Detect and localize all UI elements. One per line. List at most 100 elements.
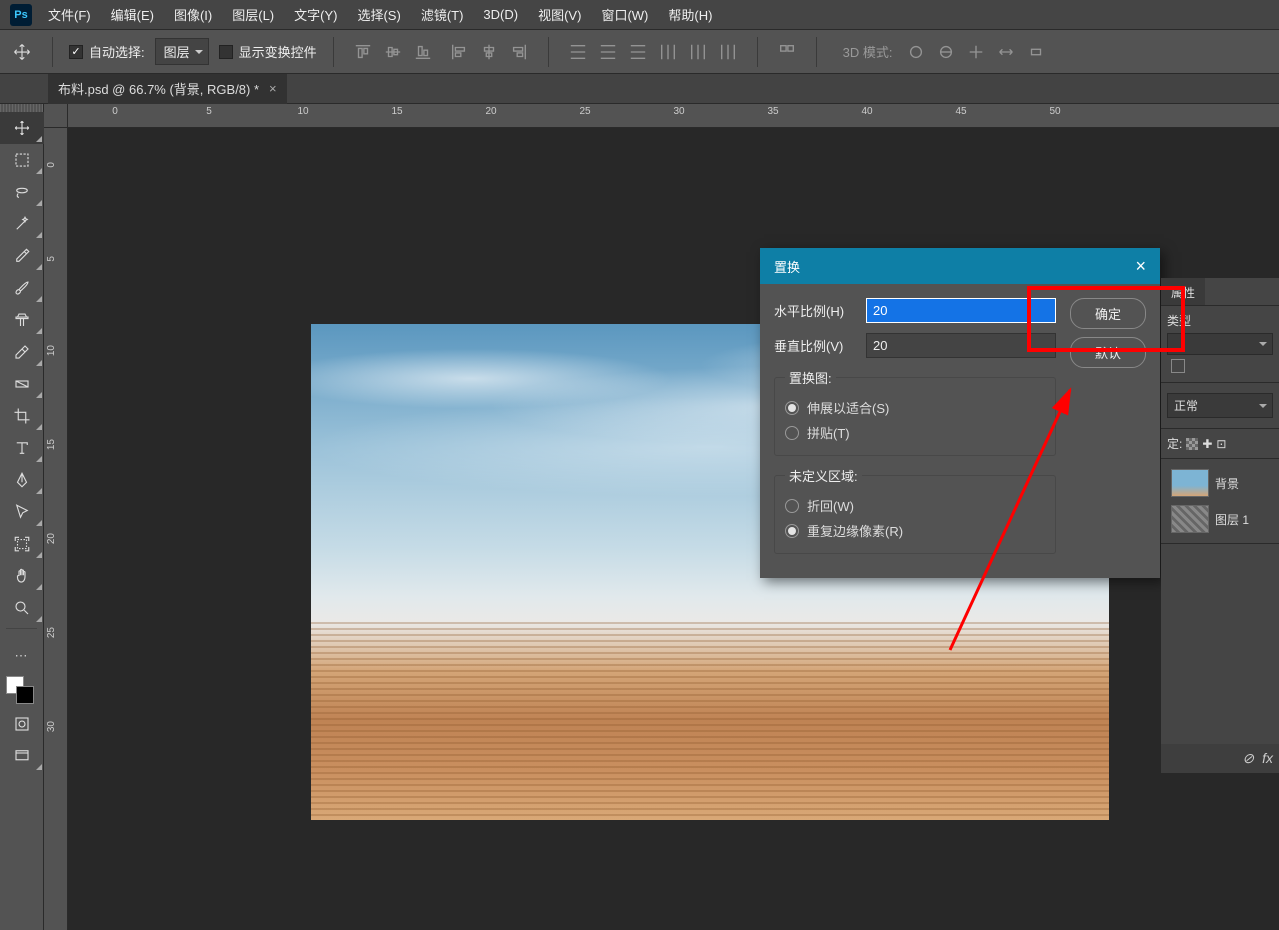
- layer-thumb: [1171, 469, 1209, 497]
- filter-pixel-icon[interactable]: [1171, 359, 1185, 373]
- background-color[interactable]: [16, 686, 34, 704]
- blend-mode-dropdown[interactable]: 正常: [1167, 393, 1273, 418]
- edit-toolbar-icon[interactable]: ⋯: [0, 640, 44, 672]
- align-group: [350, 39, 436, 65]
- radio-icon: [785, 499, 799, 513]
- distribute-vcenter-icon[interactable]: [595, 39, 621, 65]
- lock-pixels-icon[interactable]: [1186, 438, 1198, 450]
- layer-row-1[interactable]: 图层 1: [1167, 501, 1273, 537]
- layer-row-bg[interactable]: 背景: [1167, 465, 1273, 501]
- close-tab-icon[interactable]: ×: [269, 81, 277, 96]
- toolbox-handle[interactable]: [0, 104, 43, 112]
- align-top-icon[interactable]: [350, 39, 376, 65]
- show-transform-checkbox[interactable]: 显示变换控件: [219, 42, 317, 61]
- brush-tool[interactable]: [0, 272, 44, 304]
- layers-footer: ⊘ fx: [1161, 744, 1279, 773]
- v-scale-input[interactable]: [866, 333, 1056, 358]
- menu-help[interactable]: 帮助(H): [658, 0, 722, 30]
- 3d-slide-icon[interactable]: [993, 39, 1019, 65]
- pen-tool[interactable]: [0, 464, 44, 496]
- lasso-tool[interactable]: [0, 176, 44, 208]
- lock-label: 定:: [1167, 435, 1182, 452]
- displace-dialog: 置换 × 水平比例(H) 垂直比例(V) 置换图: 伸展以适合(S) 拼贴(T: [760, 248, 1160, 578]
- vertical-ruler[interactable]: 0 5 10 15 20 25 30: [44, 128, 68, 930]
- dialog-titlebar[interactable]: 置换 ×: [760, 248, 1160, 284]
- auto-align-icon[interactable]: [774, 39, 800, 65]
- align-left-icon[interactable]: [446, 39, 472, 65]
- 3d-mode-group: [903, 39, 1049, 65]
- repeat-edge-radio[interactable]: 重复边缘像素(R): [785, 518, 1045, 543]
- auto-select-checkbox[interactable]: 自动选择:: [69, 42, 145, 61]
- type-dropdown[interactable]: [1167, 333, 1273, 355]
- align-hcenter-icon[interactable]: [476, 39, 502, 65]
- horizontal-ruler[interactable]: 0 5 10 15 20 25 30 35 40 45 50: [68, 104, 1279, 128]
- move-tool-icon: [8, 38, 36, 66]
- document-tab-title: 布料.psd @ 66.7% (背景, RGB/8) *: [58, 79, 259, 98]
- distribute-top-icon[interactable]: [565, 39, 591, 65]
- eyedropper-tool[interactable]: [0, 240, 44, 272]
- 3d-roll-icon[interactable]: [933, 39, 959, 65]
- h-scale-input[interactable]: [866, 298, 1056, 323]
- wrap-radio[interactable]: 折回(W): [785, 493, 1045, 518]
- link-icon[interactable]: ⊘: [1242, 750, 1254, 767]
- distribute-hcenter-icon[interactable]: [685, 39, 711, 65]
- tile-radio[interactable]: 拼贴(T): [785, 420, 1045, 445]
- artboard-tool[interactable]: [0, 528, 44, 560]
- menu-file[interactable]: 文件(F): [38, 0, 101, 30]
- menu-window[interactable]: 窗口(W): [591, 0, 658, 30]
- screen-mode-tool[interactable]: [0, 740, 44, 772]
- magic-wand-tool[interactable]: [0, 208, 44, 240]
- default-button[interactable]: 默认: [1070, 337, 1146, 368]
- v-scale-label: 垂直比例(V): [774, 336, 856, 355]
- marquee-tool[interactable]: [0, 144, 44, 176]
- align-vcenter-icon[interactable]: [380, 39, 406, 65]
- layer-thumb: [1171, 505, 1209, 533]
- gradient-tool[interactable]: [0, 368, 44, 400]
- menu-filter[interactable]: 滤镜(T): [411, 0, 474, 30]
- lock-artboard-icon[interactable]: ⊡: [1216, 437, 1226, 451]
- quick-mask-tool[interactable]: [0, 708, 44, 740]
- menu-image[interactable]: 图像(I): [164, 0, 222, 30]
- properties-tab[interactable]: 属性: [1161, 278, 1205, 305]
- foreground-background-swatch[interactable]: [0, 672, 43, 708]
- menu-view[interactable]: 视图(V): [528, 0, 591, 30]
- document-tab[interactable]: 布料.psd @ 66.7% (背景, RGB/8) * ×: [48, 74, 287, 104]
- menu-edit[interactable]: 编辑(E): [101, 0, 164, 30]
- radio-icon: [785, 426, 799, 440]
- menu-select[interactable]: 选择(S): [347, 0, 410, 30]
- align-bottom-icon[interactable]: [410, 39, 436, 65]
- path-select-tool[interactable]: [0, 496, 44, 528]
- app-logo: Ps: [10, 4, 32, 26]
- clone-stamp-tool[interactable]: [0, 304, 44, 336]
- dialog-close-icon[interactable]: ×: [1135, 256, 1146, 277]
- distribute-right-icon[interactable]: [715, 39, 741, 65]
- distribute-left-icon[interactable]: [655, 39, 681, 65]
- right-panels: 属性 类型 正常 定: ✚ ⊡ 背景 图层 1 ⊘ fx: [1161, 278, 1279, 773]
- dialog-title: 置换: [774, 257, 800, 276]
- align-right-icon[interactable]: [506, 39, 532, 65]
- menu-type[interactable]: 文字(Y): [284, 0, 347, 30]
- hand-tool[interactable]: [0, 560, 44, 592]
- fx-icon[interactable]: fx: [1262, 750, 1273, 767]
- crop-tool[interactable]: [0, 400, 44, 432]
- zoom-tool[interactable]: [0, 592, 44, 624]
- menu-layer[interactable]: 图层(L): [222, 0, 284, 30]
- ok-button[interactable]: 确定: [1070, 298, 1146, 329]
- 3d-scale-icon[interactable]: [1023, 39, 1049, 65]
- checkbox-icon: [69, 45, 83, 59]
- radio-icon: [785, 524, 799, 538]
- 3d-orbit-icon[interactable]: [903, 39, 929, 65]
- type-tool[interactable]: [0, 432, 44, 464]
- document-tab-bar: 布料.psd @ 66.7% (背景, RGB/8) * ×: [0, 74, 1279, 104]
- move-tool[interactable]: [0, 112, 44, 144]
- undefined-area-legend: 未定义区域:: [785, 466, 862, 485]
- auto-select-target-dropdown[interactable]: 图层: [155, 38, 209, 65]
- lock-position-icon[interactable]: ✚: [1202, 437, 1212, 451]
- distribute-bottom-icon[interactable]: [625, 39, 651, 65]
- 3d-pan-icon[interactable]: [963, 39, 989, 65]
- ruler-corner: [44, 104, 68, 128]
- stretch-radio[interactable]: 伸展以适合(S): [785, 395, 1045, 420]
- eraser-tool[interactable]: [0, 336, 44, 368]
- menu-3d[interactable]: 3D(D): [473, 1, 528, 28]
- displacement-map-legend: 置换图:: [785, 368, 836, 387]
